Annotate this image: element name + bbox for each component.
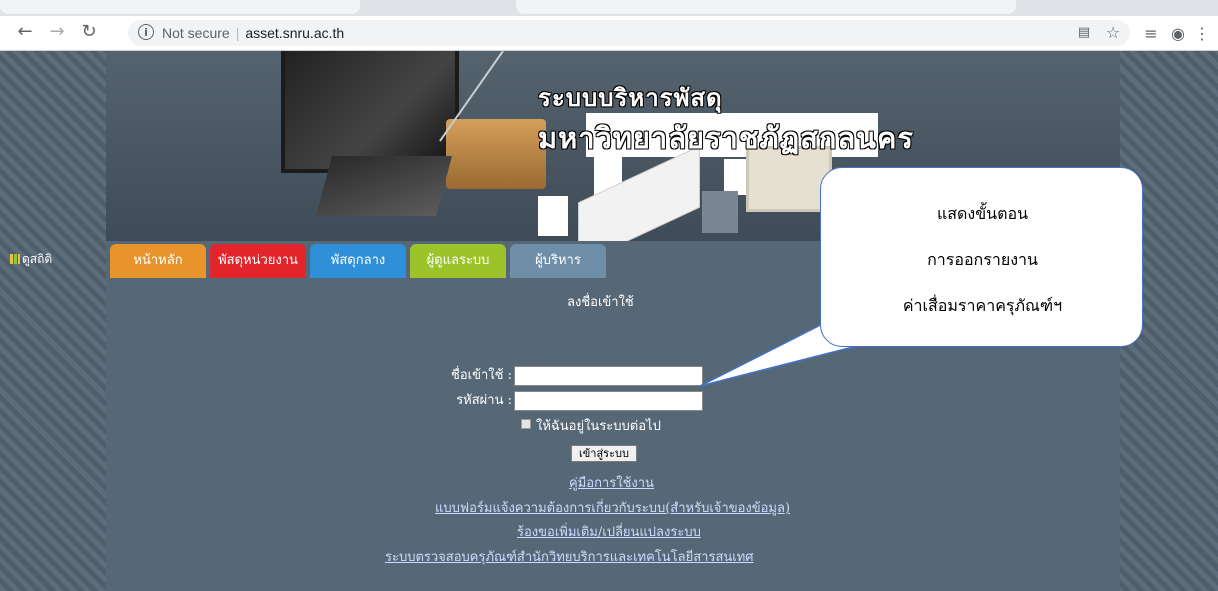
callout-line-2: การออกรายงาน: [927, 250, 1038, 269]
callout-line-1: แสดงขั้นตอน: [936, 204, 1029, 223]
callout-box: แสดงขั้นตอน การออกรายงาน ค่าเสื่อมราคาคร…: [820, 167, 1143, 347]
callout-line-3: ค่าเสื่อมราคาครุภัณฑ์ฯ: [902, 296, 1063, 315]
